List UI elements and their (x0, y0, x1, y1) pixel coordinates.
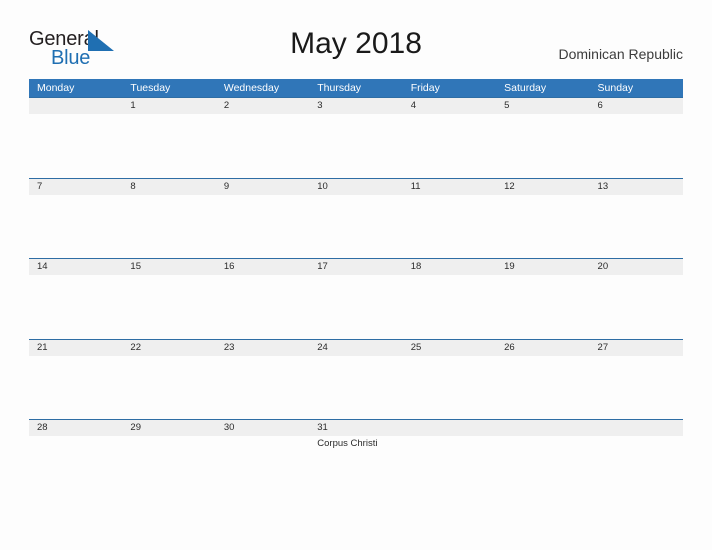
day-cell[interactable] (216, 275, 309, 338)
week-row: 28 29 30 31 Corpus Christi (29, 419, 683, 500)
day-number[interactable] (29, 98, 122, 114)
weekday-header-row: Monday Tuesday Wednesday Thursday Friday… (29, 79, 683, 97)
day-number[interactable] (403, 420, 496, 436)
day-cell[interactable] (590, 114, 683, 177)
day-cell[interactable] (122, 275, 215, 338)
week-row: 21 22 23 24 25 26 27 (29, 338, 683, 420)
day-cell[interactable] (590, 275, 683, 338)
day-cell[interactable] (403, 356, 496, 419)
day-number[interactable]: 21 (29, 340, 122, 356)
week-events-band (29, 194, 683, 258)
weekday-friday: Friday (410, 82, 440, 94)
day-number[interactable]: 14 (29, 259, 122, 275)
day-cell[interactable] (403, 436, 496, 499)
day-cell[interactable] (309, 356, 402, 419)
day-number[interactable]: 13 (590, 179, 683, 195)
day-number[interactable]: 28 (29, 420, 122, 436)
calendar-grid: Monday Tuesday Wednesday Thursday Friday… (29, 79, 683, 500)
day-number[interactable]: 10 (309, 179, 402, 195)
day-cell[interactable] (496, 436, 589, 499)
day-number[interactable]: 30 (216, 420, 309, 436)
day-number[interactable]: 11 (403, 179, 496, 195)
day-cell[interactable] (216, 436, 309, 499)
day-cell[interactable] (590, 436, 683, 499)
day-number[interactable]: 1 (122, 98, 215, 114)
weekday-monday: Monday (37, 82, 75, 94)
day-number[interactable]: 7 (29, 179, 122, 195)
day-number[interactable] (590, 420, 683, 436)
day-cell[interactable] (309, 195, 402, 258)
day-cell[interactable] (403, 195, 496, 258)
day-number[interactable] (496, 420, 589, 436)
day-cell[interactable] (496, 195, 589, 258)
day-number[interactable]: 17 (309, 259, 402, 275)
day-number[interactable]: 25 (403, 340, 496, 356)
week-row: 7 8 9 10 11 12 13 (29, 177, 683, 259)
day-cell[interactable] (29, 436, 122, 499)
day-cell[interactable]: Corpus Christi (309, 436, 402, 499)
day-number[interactable]: 27 (590, 340, 683, 356)
weekday-tuesday: Tuesday (130, 82, 171, 94)
day-cell[interactable] (496, 356, 589, 419)
day-number[interactable]: 16 (216, 259, 309, 275)
day-cell[interactable] (590, 356, 683, 419)
day-number[interactable]: 26 (496, 340, 589, 356)
country-label: Dominican Republic (558, 46, 683, 62)
day-event: Corpus Christi (317, 438, 378, 449)
week-daynumber-band: 28 29 30 31 (29, 419, 683, 436)
day-number[interactable]: 2 (216, 98, 309, 114)
day-number[interactable]: 22 (122, 340, 215, 356)
week-events-band: Corpus Christi (29, 436, 683, 499)
day-number[interactable]: 3 (309, 98, 402, 114)
day-number[interactable]: 15 (122, 259, 215, 275)
day-cell[interactable] (29, 275, 122, 338)
day-number[interactable]: 29 (122, 420, 215, 436)
day-cell[interactable] (496, 114, 589, 177)
day-cell[interactable] (122, 195, 215, 258)
day-number[interactable]: 23 (216, 340, 309, 356)
day-number[interactable]: 19 (496, 259, 589, 275)
day-number[interactable]: 8 (122, 179, 215, 195)
week-daynumber-band: 7 8 9 10 11 12 13 (29, 177, 683, 195)
week-daynumber-band: 21 22 23 24 25 26 27 (29, 338, 683, 356)
day-cell[interactable] (29, 114, 122, 177)
day-number[interactable]: 5 (496, 98, 589, 114)
day-number[interactable]: 24 (309, 340, 402, 356)
week-daynumber-band: 14 15 16 17 18 19 20 (29, 258, 683, 275)
day-number[interactable]: 31 (309, 420, 402, 436)
calendar-page: General Blue May 2018 Dominican Republic… (0, 0, 712, 550)
day-cell[interactable] (29, 356, 122, 419)
day-cell[interactable] (122, 356, 215, 419)
week-events-band (29, 275, 683, 338)
day-cell[interactable] (122, 114, 215, 177)
day-number[interactable]: 20 (590, 259, 683, 275)
week-daynumber-band: 1 2 3 4 5 6 (29, 97, 683, 114)
weekday-saturday: Saturday (504, 82, 547, 94)
weekday-wednesday: Wednesday (223, 82, 280, 94)
day-number[interactable]: 18 (403, 259, 496, 275)
day-cell[interactable] (403, 275, 496, 338)
day-number[interactable]: 9 (216, 179, 309, 195)
week-row: 14 15 16 17 18 19 20 (29, 258, 683, 339)
week-events-band (29, 114, 683, 177)
day-cell[interactable] (309, 114, 402, 177)
weekday-thursday: Thursday (317, 82, 362, 94)
day-cell[interactable] (590, 195, 683, 258)
day-number[interactable]: 4 (403, 98, 496, 114)
day-cell[interactable] (122, 436, 215, 499)
day-cell[interactable] (496, 275, 589, 338)
week-row: 1 2 3 4 5 6 (29, 97, 683, 178)
day-cell[interactable] (216, 195, 309, 258)
day-cell[interactable] (216, 356, 309, 419)
week-events-band (29, 355, 683, 419)
day-cell[interactable] (309, 275, 402, 338)
day-number[interactable]: 12 (496, 179, 589, 195)
day-number[interactable]: 6 (590, 98, 683, 114)
day-cell[interactable] (403, 114, 496, 177)
day-cell[interactable] (29, 195, 122, 258)
day-cell[interactable] (216, 114, 309, 177)
weekday-sunday: Sunday (597, 82, 634, 94)
page-header: General Blue May 2018 Dominican Republic (0, 0, 712, 78)
